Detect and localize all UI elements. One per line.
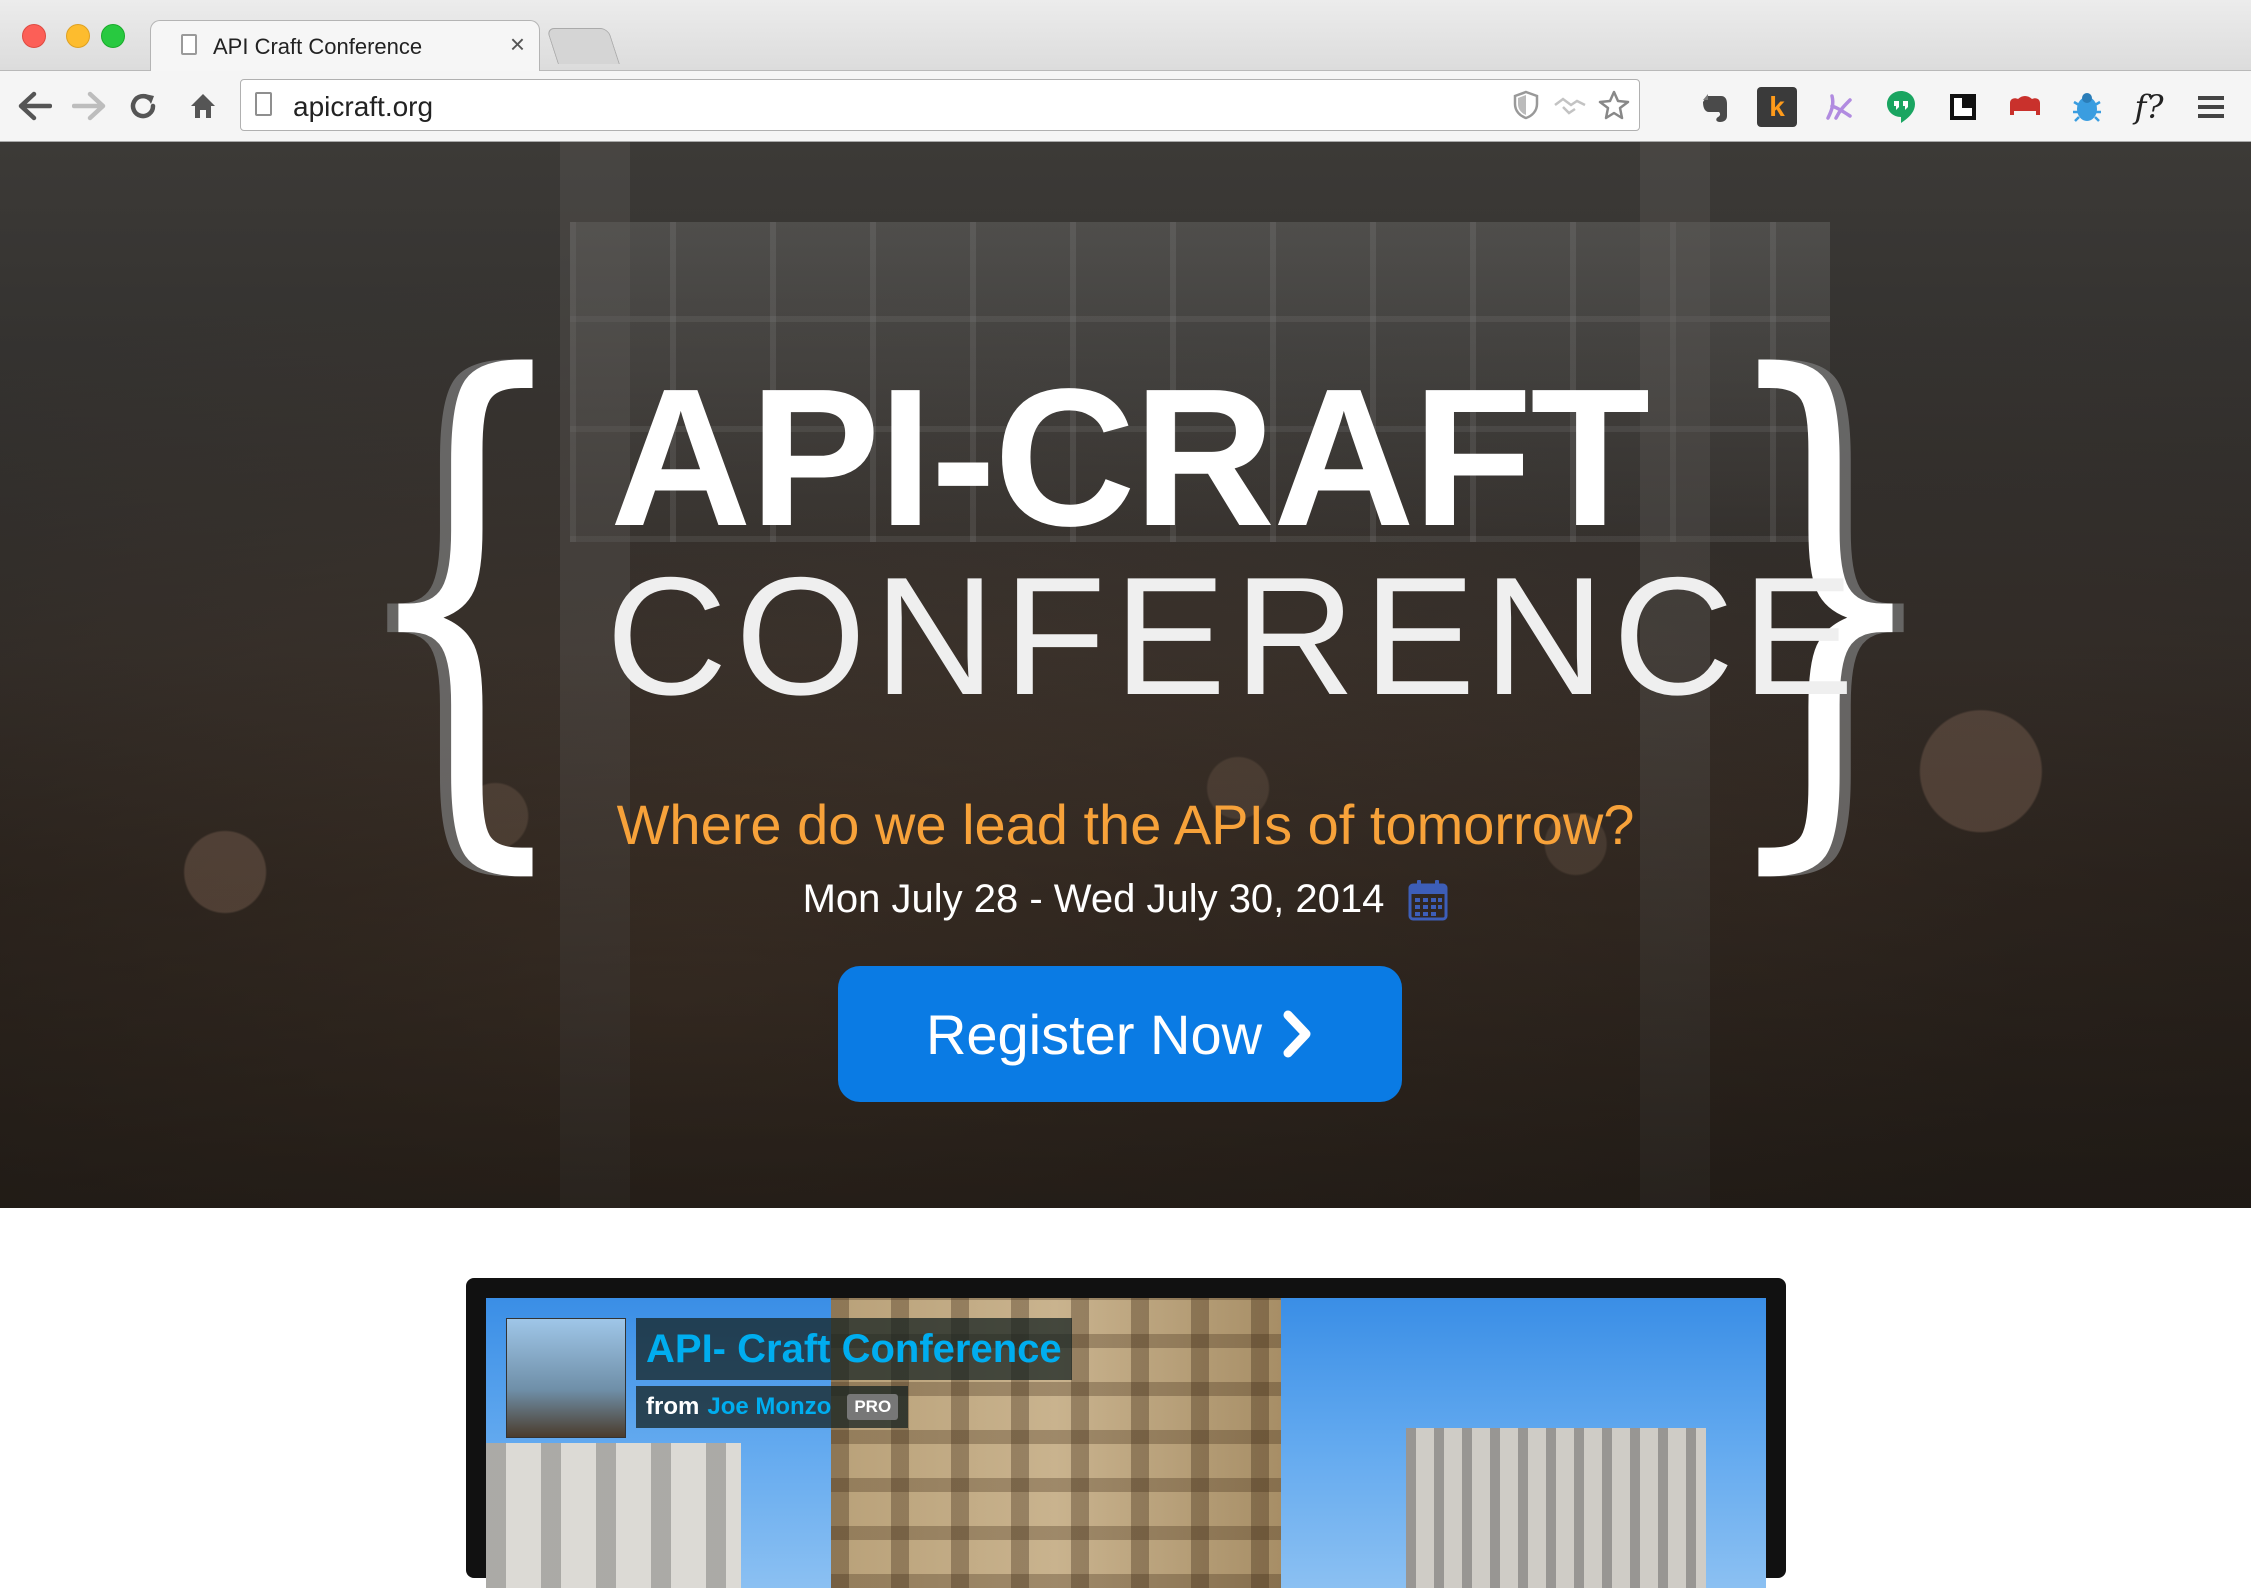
back-button[interactable] — [12, 83, 58, 129]
new-tab-button[interactable] — [546, 28, 620, 64]
video-building — [1406, 1428, 1706, 1588]
forward-button[interactable] — [66, 83, 112, 129]
tab-close-button[interactable]: × — [510, 29, 525, 59]
browser-tab[interactable]: API Craft Conference × — [150, 20, 540, 71]
video-player[interactable]: API- Craft Conference from Joe Monzo PRO — [466, 1278, 1786, 1588]
page-icon — [255, 92, 272, 116]
zoom-window-button[interactable] — [101, 24, 125, 48]
home-icon — [191, 94, 215, 118]
forward-arrow-icon — [72, 91, 106, 121]
conference-subtitle: CONFERENCE — [606, 542, 1863, 730]
address-bar[interactable]: apicraft.org — [240, 79, 1640, 131]
reload-icon — [130, 93, 156, 119]
evernote-icon[interactable] — [1695, 87, 1735, 127]
close-window-button[interactable] — [22, 24, 46, 48]
video-building — [486, 1443, 741, 1588]
event-dates: Mon July 28 - Wed July 30, 2014 — [802, 877, 1385, 921]
conference-title: API-CRAFT — [610, 348, 1650, 567]
video-author-link[interactable]: Joe Monzo — [707, 1386, 831, 1428]
klout-icon[interactable]: k — [1757, 87, 1797, 127]
author-avatar[interactable] — [506, 1318, 626, 1438]
bug-icon[interactable] — [2067, 87, 2107, 127]
couch-icon[interactable] — [2005, 87, 2045, 127]
calendar-icon[interactable] — [1408, 879, 1448, 921]
pocket-icon[interactable] — [1943, 87, 1983, 127]
chevron-right-icon — [1283, 1010, 1311, 1058]
home-button[interactable] — [180, 83, 226, 129]
handshake-icon[interactable] — [1553, 88, 1587, 122]
event-dates-row: Mon July 28 - Wed July 30, 2014 — [0, 877, 2251, 922]
font-identifier-icon[interactable]: f? — [2129, 87, 2169, 127]
menu-icon[interactable] — [2191, 87, 2231, 127]
video-byline: from Joe Monzo PRO — [636, 1386, 909, 1428]
register-now-button[interactable]: Register Now — [838, 966, 1402, 1102]
register-now-label: Register Now — [925, 1002, 1263, 1066]
video-frame-content[interactable]: API- Craft Conference from Joe Monzo PRO — [486, 1298, 1766, 1588]
hero-section: { } API-CRAFT CONFERENCE Where do we lea… — [0, 142, 2251, 1208]
left-curly-brace-icon: { — [355, 266, 576, 918]
hands-icon[interactable] — [1819, 87, 1859, 127]
video-title[interactable]: API- Craft Conference — [636, 1318, 1072, 1380]
tagline: Where do we lead the APIs of tomorrow? — [616, 793, 1635, 856]
page-icon — [181, 34, 197, 55]
pro-badge: PRO — [847, 1394, 899, 1420]
shield-icon[interactable] — [1509, 88, 1543, 122]
browser-toolbar: apicraft.org k f? — [0, 71, 2251, 142]
browser-titlebar: API Craft Conference × — [0, 0, 2251, 71]
minimize-window-button[interactable] — [66, 24, 90, 48]
video-from-label: from — [646, 1393, 700, 1420]
bookmark-star-icon[interactable] — [1597, 88, 1631, 122]
url-text[interactable]: apicraft.org — [293, 91, 433, 123]
reload-button[interactable] — [120, 83, 166, 129]
hangouts-icon[interactable] — [1881, 87, 1921, 127]
extensions-bar: k f? — [1695, 85, 2231, 129]
tab-title: API Craft Conference — [213, 34, 423, 59]
back-arrow-icon — [18, 91, 52, 121]
